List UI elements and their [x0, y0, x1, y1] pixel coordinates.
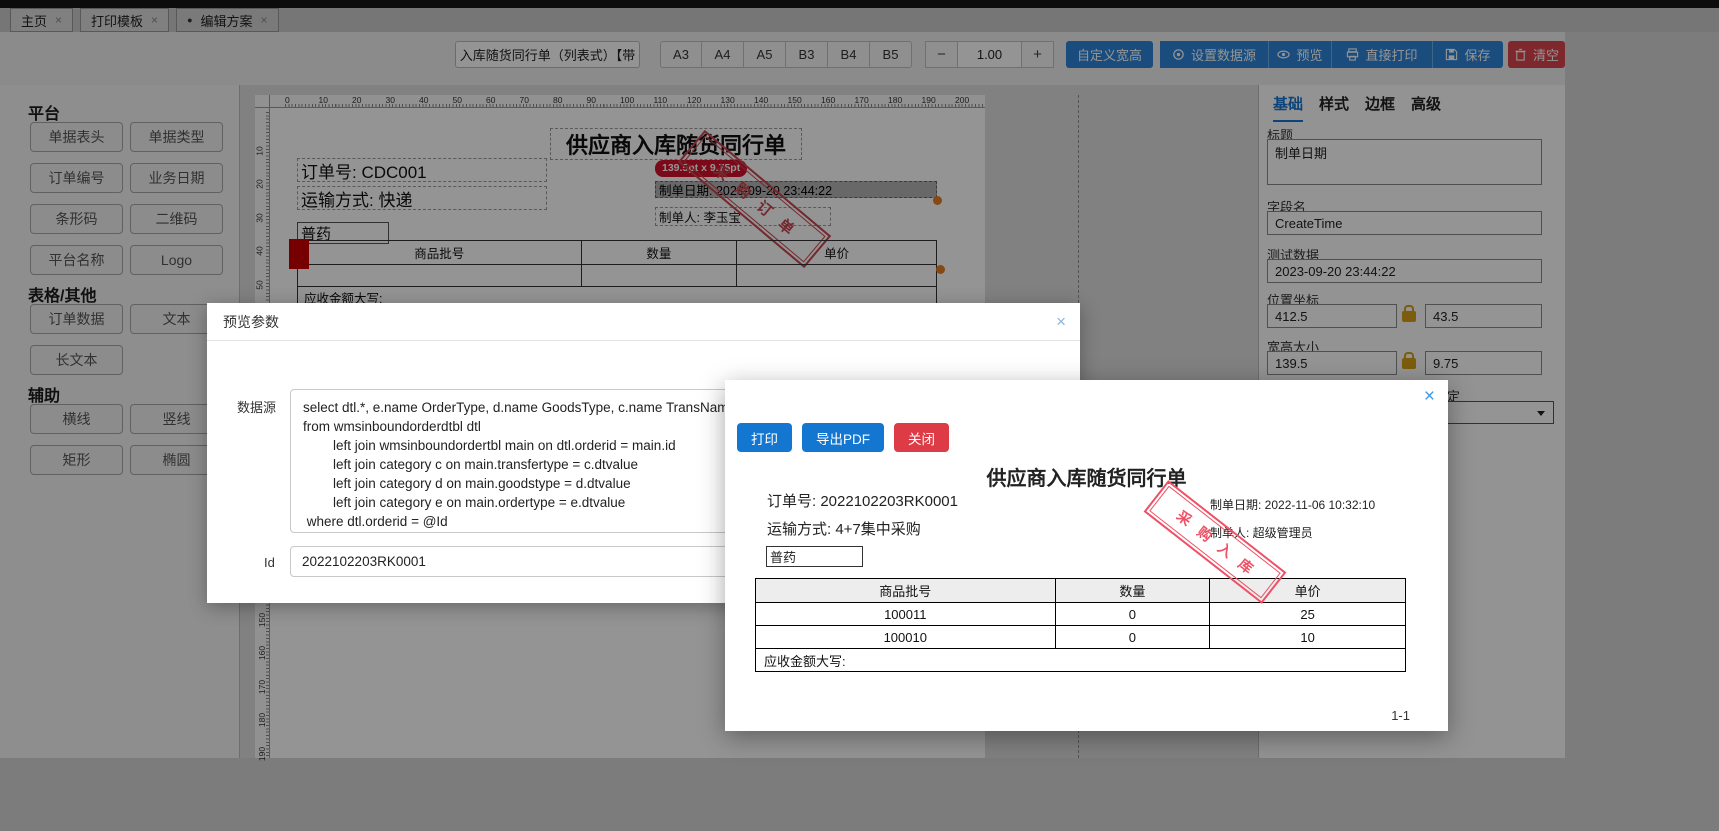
table-footer-row: 应收金额大写:	[755, 648, 1406, 672]
print-preview-modal: × 打印 导出PDF 关闭 供应商入库随货同行单 订单号: 2022102203…	[725, 380, 1448, 731]
preview-header-batch: 商品批号	[755, 578, 1056, 603]
preview-order-no: 订单号: 2022102203RK0001	[767, 493, 958, 510]
close-icon[interactable]: ×	[1424, 386, 1435, 408]
table-row: 100011 0 25	[755, 602, 1406, 626]
modal-header: 预览参数	[207, 303, 1080, 341]
cell-qty: 0	[1054, 625, 1211, 649]
table-row: 100010 0 10	[755, 625, 1406, 649]
cell-batch: 100011	[755, 602, 1056, 626]
cell-price: 25	[1209, 602, 1406, 626]
preview-goods-type: 普药	[766, 546, 863, 567]
cell-qty: 0	[1054, 602, 1211, 626]
close-icon[interactable]: ×	[1056, 312, 1066, 332]
export-pdf-button[interactable]: 导出PDF	[802, 423, 884, 452]
preview-transport: 运输方式: 4+7集中采购	[767, 521, 921, 538]
preview-header-qty: 数量	[1054, 578, 1211, 603]
cell-price: 10	[1209, 625, 1406, 649]
preview-table: 商品批号 数量 单价 100011 0 25 100010 0 10 应收金额大…	[755, 578, 1406, 672]
datasource-label: 数据源	[237, 400, 277, 415]
preview-actions: 打印 导出PDF 关闭	[737, 423, 949, 452]
id-label: Id	[264, 555, 275, 570]
preview-doc-title: 供应商入库随货同行单	[986, 468, 1187, 490]
app-window: 主页 × 打印模板 × ● 编辑方案 × 入库随货同行单（列表式）【带 A3 A…	[0, 0, 1719, 831]
page-indicator: 1-1	[1391, 708, 1410, 723]
preview-create-date: 制单日期: 2022-11-06 10:32:10	[1210, 498, 1376, 512]
footer-cell: 应收金额大写:	[755, 648, 1406, 672]
modal-title: 预览参数	[223, 313, 279, 330]
print-button[interactable]: 打印	[737, 423, 792, 452]
close-button[interactable]: 关闭	[894, 423, 949, 452]
cell-batch: 100010	[755, 625, 1056, 649]
